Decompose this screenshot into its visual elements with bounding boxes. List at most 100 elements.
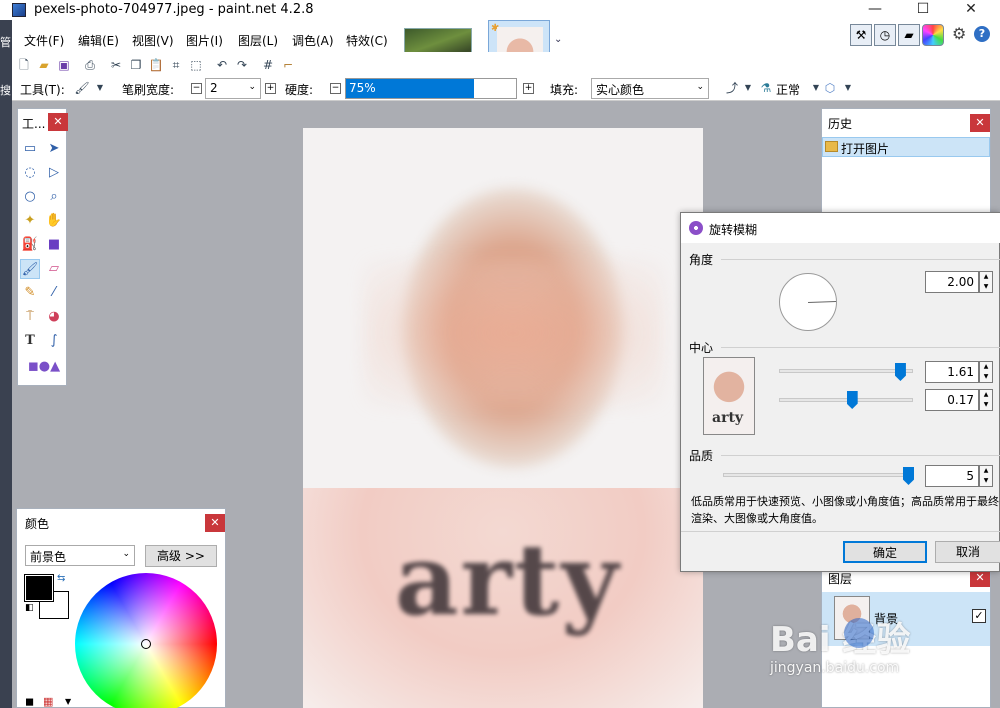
chevron-down-icon[interactable]: ▼ bbox=[740, 80, 756, 96]
menu-edit[interactable]: 编辑(E) bbox=[78, 32, 119, 49]
menu-file[interactable]: 文件(F) bbox=[24, 32, 64, 49]
menu-effects[interactable]: 特效(C) bbox=[346, 32, 388, 49]
color-wheel[interactable] bbox=[75, 573, 217, 708]
open-folder-icon[interactable]: ▰ bbox=[36, 57, 52, 73]
zoom-icon[interactable]: ⌕ bbox=[44, 187, 64, 207]
advanced-button[interactable]: 高级 >> bbox=[145, 545, 217, 567]
angle-dial[interactable] bbox=[779, 273, 837, 331]
magic-wand-icon[interactable]: ✦ bbox=[20, 211, 40, 231]
dialog-title-bar: 旋转模糊 bbox=[681, 213, 1000, 243]
paintbrush-icon[interactable]: 🖌 bbox=[20, 259, 40, 279]
move-selected-pixels-icon[interactable]: ➤ bbox=[44, 139, 64, 159]
center-y-spinner[interactable]: ▲ ▼ bbox=[979, 389, 993, 411]
brush-width-combobox[interactable]: 2 ⌄ bbox=[205, 78, 261, 99]
angle-input[interactable]: 2.00 bbox=[925, 271, 979, 293]
tool-dropdown-chevron-icon[interactable]: ▼ bbox=[92, 80, 108, 96]
tools-window-hammer-icon[interactable]: ⚒ bbox=[850, 24, 872, 46]
tab-list-chevron-icon[interactable]: ⌄ bbox=[554, 34, 562, 45]
color-wheel-cursor[interactable] bbox=[141, 639, 151, 649]
maximize-button[interactable]: ☐ bbox=[900, 0, 946, 20]
text-tool-icon[interactable]: T bbox=[20, 331, 40, 351]
reset-colors-icon[interactable]: ◧ bbox=[25, 603, 34, 613]
center-y-track[interactable] bbox=[779, 398, 913, 402]
ellipse-select-icon[interactable]: ○ bbox=[20, 187, 40, 207]
colors-panel-close-icon[interactable]: ✕ bbox=[205, 514, 225, 532]
quality-track[interactable] bbox=[723, 473, 913, 477]
menu-image[interactable]: 图片(I) bbox=[186, 32, 223, 49]
center-y-slider-thumb[interactable] bbox=[846, 391, 858, 409]
clone-stamp-icon[interactable]: ⍑ bbox=[20, 307, 40, 327]
minimize-button[interactable]: — bbox=[852, 0, 898, 20]
deselect-icon[interactable]: ⬚ bbox=[188, 57, 204, 73]
blend-mode-value[interactable]: 正常 bbox=[776, 81, 800, 98]
cancel-button[interactable]: 取消 bbox=[935, 541, 1000, 563]
redo-icon[interactable]: ↷ bbox=[234, 57, 250, 73]
quality-slider-thumb[interactable] bbox=[903, 467, 914, 485]
line-curve-icon[interactable]: ∫ bbox=[44, 331, 64, 351]
center-x-spinner[interactable]: ▲ ▼ bbox=[979, 361, 993, 383]
shapes-icon[interactable]: ◼●▲ bbox=[28, 357, 60, 377]
colors-window-icon[interactable] bbox=[922, 24, 944, 46]
angle-spinner[interactable]: ▲ ▼ bbox=[979, 271, 993, 293]
quality-input[interactable]: 5 bbox=[925, 465, 979, 487]
palette-icon[interactable]: ◼ bbox=[25, 695, 34, 708]
center-x-input[interactable]: 1.61 bbox=[925, 361, 979, 383]
gradient-icon[interactable]: ■ bbox=[44, 235, 64, 255]
pencil-icon[interactable]: ✎ bbox=[20, 283, 40, 303]
menu-view[interactable]: 视图(V) bbox=[132, 32, 174, 49]
pan-hand-icon[interactable]: ✋ bbox=[44, 211, 64, 231]
lasso-select-icon[interactable]: ◌ bbox=[20, 163, 40, 183]
paintbrush-tool-icon[interactable]: 🖌 bbox=[74, 80, 90, 96]
center-x-slider-thumb[interactable] bbox=[894, 363, 906, 381]
ruler-icon[interactable]: ⌐ bbox=[280, 57, 296, 73]
close-button[interactable]: ✕ bbox=[948, 0, 994, 20]
center-preview-image[interactable]: arty bbox=[703, 357, 755, 435]
swap-colors-icon[interactable]: ⇆ bbox=[57, 573, 65, 584]
eraser-icon[interactable]: ▱ bbox=[44, 259, 64, 279]
layers-window-icon[interactable]: ▰ bbox=[898, 24, 920, 46]
cut-icon[interactable]: ✂ bbox=[108, 57, 124, 73]
rectangle-select-icon[interactable]: ▭ bbox=[20, 139, 40, 159]
crop-icon[interactable]: ⌗ bbox=[168, 57, 184, 73]
history-panel-close-icon[interactable]: ✕ bbox=[970, 114, 990, 132]
print-icon[interactable]: ⎙ bbox=[82, 57, 98, 73]
history-window-clock-icon[interactable]: ◷ bbox=[874, 24, 896, 46]
help-icon[interactable]: ? bbox=[974, 26, 990, 42]
blend-mode-icon[interactable]: ⚗ bbox=[758, 80, 774, 96]
primary-color-swatch[interactable] bbox=[24, 574, 54, 602]
center-x-value: 1.61 bbox=[947, 365, 974, 379]
antialiasing-icon[interactable]: ⤴ bbox=[724, 80, 740, 96]
color-mode-combobox[interactable]: 前景色 ⌄ bbox=[25, 545, 135, 566]
tool-label: 工具(T): bbox=[20, 83, 65, 97]
image-canvas[interactable]: arty bbox=[303, 128, 703, 708]
undo-icon[interactable]: ↶ bbox=[214, 57, 230, 73]
new-file-icon[interactable]: 🗋 bbox=[16, 57, 32, 73]
fill-combobox[interactable]: 实心颜色 ⌄ bbox=[591, 78, 709, 99]
ok-button[interactable]: 确定 bbox=[843, 541, 927, 563]
quality-spinner[interactable]: ▲ ▼ bbox=[979, 465, 993, 487]
move-selection-icon[interactable]: ▷ bbox=[44, 163, 64, 183]
history-item[interactable]: 打开图片 bbox=[822, 137, 990, 157]
hardness-slider[interactable]: 75% bbox=[345, 78, 517, 99]
menu-adjustments[interactable]: 调色(A) bbox=[292, 32, 334, 49]
paste-icon[interactable]: 📋 bbox=[148, 57, 164, 73]
save-icon[interactable]: ▣ bbox=[56, 57, 72, 73]
tools-panel-close-icon[interactable]: ✕ bbox=[48, 113, 68, 131]
center-y-input[interactable]: 0.17 bbox=[925, 389, 979, 411]
settings-gear-icon[interactable]: ⚙ bbox=[952, 24, 966, 43]
hardness-increase-icon[interactable]: + bbox=[523, 83, 534, 94]
color-picker-icon[interactable]: ⁄ bbox=[44, 283, 64, 303]
brush-width-increase-icon[interactable]: + bbox=[265, 83, 276, 94]
grid-icon[interactable]: # bbox=[260, 57, 276, 73]
recolor-icon[interactable]: ◕ bbox=[44, 307, 64, 327]
palette-menu-icon[interactable]: ▦ bbox=[43, 695, 53, 708]
chevron-down-icon[interactable]: ▼ bbox=[65, 697, 71, 706]
hardness-decrease-icon[interactable]: − bbox=[330, 83, 341, 94]
center-x-track[interactable] bbox=[779, 369, 913, 373]
brush-width-decrease-icon[interactable]: − bbox=[191, 83, 202, 94]
chevron-down-icon[interactable]: ▼ bbox=[840, 80, 856, 96]
menu-layers[interactable]: 图层(L) bbox=[238, 32, 278, 49]
paint-bucket-icon[interactable]: ⛽ bbox=[20, 235, 40, 255]
copy-icon[interactable]: ❐ bbox=[128, 57, 144, 73]
selection-mode-icon[interactable]: ⬡ bbox=[822, 80, 838, 96]
